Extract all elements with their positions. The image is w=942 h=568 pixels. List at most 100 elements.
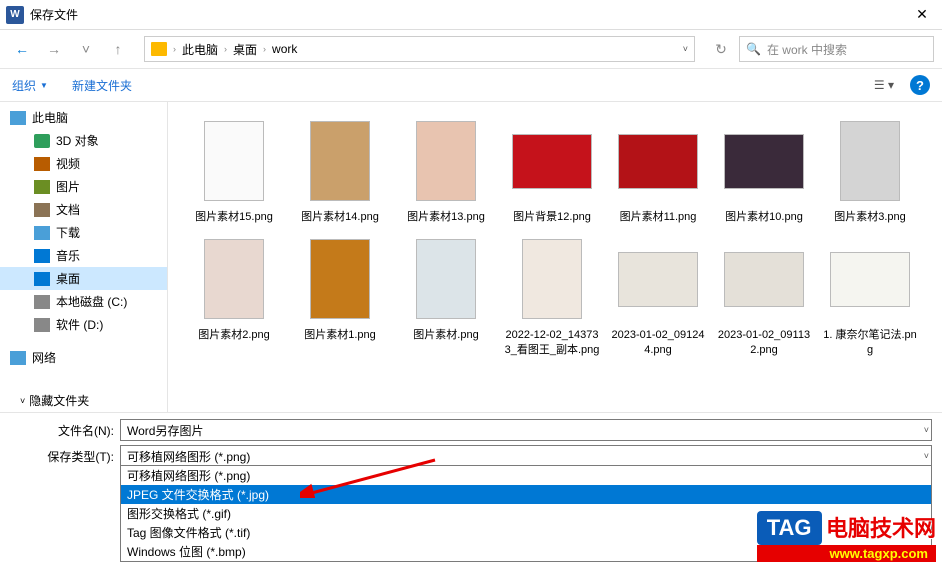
folder-icon xyxy=(151,42,167,56)
sidebar-item[interactable]: 此电脑 xyxy=(0,106,167,129)
thumbnail xyxy=(194,116,274,206)
breadcrumb-pc[interactable]: 此电脑 xyxy=(182,41,218,58)
filetype-label: 保存类型(T): xyxy=(10,448,120,465)
up-button[interactable]: ˅ xyxy=(72,35,100,63)
view-options-button[interactable]: ☰ ▾ xyxy=(874,78,894,92)
sidebar-item-label: 3D 对象 xyxy=(56,132,99,149)
back-button[interactable]: ← xyxy=(8,35,36,63)
file-item[interactable]: 1. 康奈尔笔记法.png xyxy=(818,230,922,361)
file-name: 2023-01-02_091132.png xyxy=(716,328,812,357)
thumbnail xyxy=(618,234,698,324)
up-level-button[interactable]: ↑ xyxy=(104,35,132,63)
hide-folders-toggle[interactable]: ˅ 隐藏文件夹 xyxy=(20,392,89,409)
file-item[interactable]: 2022-12-02_143733_看图王_副本.png xyxy=(500,230,604,361)
file-item[interactable]: 图片素材14.png xyxy=(288,112,392,228)
file-name: 1. 康奈尔笔记法.png xyxy=(822,328,918,357)
folder-icon xyxy=(34,180,50,194)
search-input[interactable]: 🔍 在 work 中搜索 xyxy=(739,36,934,62)
sidebar-item-label: 视频 xyxy=(56,155,80,172)
file-item[interactable]: 图片素材3.png xyxy=(818,112,922,228)
file-item[interactable]: 图片素材11.png xyxy=(606,112,710,228)
sidebar-item[interactable]: 软件 (D:) xyxy=(0,313,167,336)
file-item[interactable]: 图片素材.png xyxy=(394,230,498,361)
new-folder-button[interactable]: 新建文件夹 xyxy=(72,77,132,94)
sidebar-item[interactable]: 文档 xyxy=(0,198,167,221)
folder-icon xyxy=(10,111,26,125)
chevron-down-icon: ˅ xyxy=(20,396,25,406)
file-name: 图片背景12.png xyxy=(513,210,591,224)
file-item[interactable]: 2023-01-02_091132.png xyxy=(712,230,816,361)
help-icon[interactable]: ? xyxy=(910,75,930,95)
thumbnail xyxy=(406,116,486,206)
file-item[interactable]: 2023-01-02_091244.png xyxy=(606,230,710,361)
folder-icon xyxy=(34,226,50,240)
breadcrumb-work[interactable]: work xyxy=(272,42,297,56)
dropdown-icon[interactable]: ˅ xyxy=(683,44,688,54)
refresh-button[interactable]: ↻ xyxy=(707,35,735,63)
sidebar-item[interactable]: 图片 xyxy=(0,175,167,198)
filetype-option[interactable]: JPEG 文件交换格式 (*.jpg) xyxy=(121,485,931,504)
sidebar-item[interactable]: 3D 对象 xyxy=(0,129,167,152)
address-bar[interactable]: › 此电脑 › 桌面 › work ˅ xyxy=(144,36,695,62)
sidebar-item[interactable]: 桌面 xyxy=(0,267,167,290)
file-name: 图片素材13.png xyxy=(407,210,485,224)
folder-icon xyxy=(34,249,50,263)
thumbnail xyxy=(406,234,486,324)
folder-icon xyxy=(34,272,50,286)
filename-input[interactable]: Word另存图片 ˅ xyxy=(120,419,932,441)
file-item[interactable]: 图片素材15.png xyxy=(182,112,286,228)
file-name: 图片素材10.png xyxy=(725,210,803,224)
folder-icon xyxy=(34,134,50,148)
sidebar-item[interactable]: 网络 xyxy=(0,346,167,369)
watermark-tag: TAG xyxy=(757,511,822,545)
organize-button[interactable]: 组织 ▼ xyxy=(12,77,48,94)
folder-icon xyxy=(34,157,50,171)
file-name: 图片素材.png xyxy=(413,328,478,342)
file-item[interactable]: 图片素材13.png xyxy=(394,112,498,228)
chevron-down-icon[interactable]: ˅ xyxy=(924,425,929,435)
thumbnail xyxy=(724,116,804,206)
file-name: 图片素材2.png xyxy=(198,328,270,342)
sidebar-item-label: 音乐 xyxy=(56,247,80,264)
file-item[interactable]: 图片素材2.png xyxy=(182,230,286,361)
filetype-select[interactable]: 可移植网络图形 (*.png) ˅ xyxy=(120,445,932,467)
forward-button[interactable]: → xyxy=(40,35,68,63)
close-button[interactable]: ✕ xyxy=(902,0,942,30)
breadcrumb-desktop[interactable]: 桌面 xyxy=(233,41,257,58)
file-name: 图片素材11.png xyxy=(620,210,697,224)
file-name: 图片素材1.png xyxy=(304,328,376,342)
file-item[interactable]: 图片素材10.png xyxy=(712,112,816,228)
sidebar-item-label: 桌面 xyxy=(56,270,80,287)
chevron-down-icon[interactable]: ˅ xyxy=(924,451,929,461)
chevron-right-icon: › xyxy=(263,44,266,54)
sidebar-item[interactable]: 下载 xyxy=(0,221,167,244)
sidebar-item-label: 下载 xyxy=(56,224,80,241)
thumbnail xyxy=(618,116,698,206)
folder-icon xyxy=(34,203,50,217)
sidebar: 此电脑 3D 对象视频图片文档下载音乐桌面本地磁盘 (C:) 软件 (D:) 网络 xyxy=(0,102,168,412)
window-title: 保存文件 xyxy=(30,6,902,23)
thumbnail xyxy=(724,234,804,324)
sidebar-item-label: 此电脑 xyxy=(32,109,68,126)
file-name: 2022-12-02_143733_看图王_副本.png xyxy=(504,328,600,357)
file-item[interactable]: 图片素材1.png xyxy=(288,230,392,361)
sidebar-item[interactable]: 本地磁盘 (C:) xyxy=(0,290,167,313)
sidebar-item-label: 本地磁盘 (C:) xyxy=(56,293,127,310)
folder-icon xyxy=(10,351,26,365)
file-pane[interactable]: 图片素材15.png 图片素材14.png 图片素材13.png 图片背景12.png… xyxy=(168,102,942,412)
search-placeholder: 在 work 中搜索 xyxy=(767,41,847,58)
thumbnail xyxy=(830,234,910,324)
file-item[interactable]: 图片背景12.png xyxy=(500,112,604,228)
sidebar-item[interactable]: 音乐 xyxy=(0,244,167,267)
chevron-right-icon: › xyxy=(224,44,227,54)
watermark: TAG 电脑技术网 www.tagxp.com xyxy=(757,511,936,562)
thumbnail xyxy=(512,234,592,324)
folder-icon xyxy=(34,295,50,309)
file-name: 图片素材14.png xyxy=(301,210,379,224)
filetype-option[interactable]: 可移植网络图形 (*.png) xyxy=(121,466,931,485)
chevron-right-icon: › xyxy=(173,44,176,54)
filename-label: 文件名(N): xyxy=(10,422,120,439)
watermark-url: www.tagxp.com xyxy=(757,545,936,562)
sidebar-item[interactable]: 视频 xyxy=(0,152,167,175)
file-name: 图片素材15.png xyxy=(195,210,273,224)
